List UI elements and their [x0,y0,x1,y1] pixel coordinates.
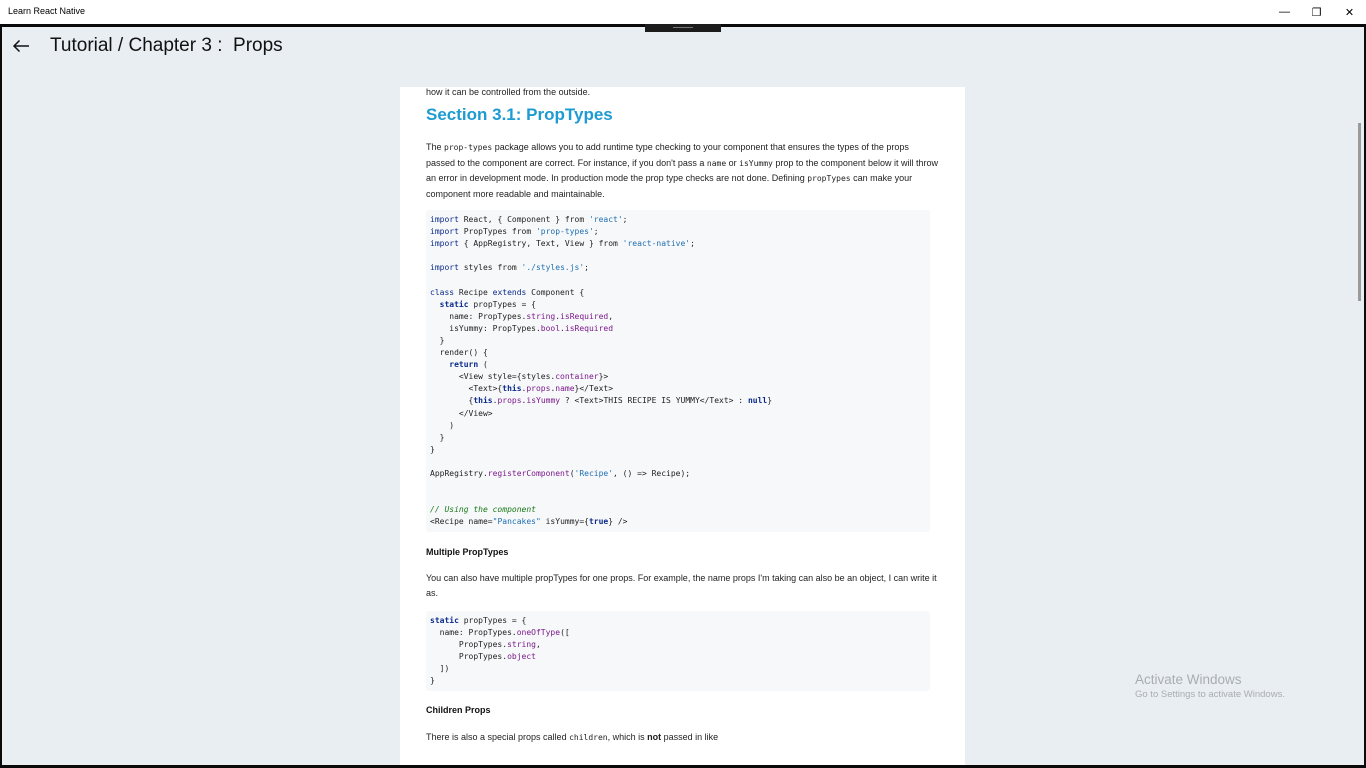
page-title: Tutorial / Chapter 3 : Props [50,35,283,56]
inline-code: children [569,733,608,742]
inline-code: name [706,158,727,168]
content-page: how it can be controlled from the outsid… [400,87,965,765]
code-block: import React, { Component } from 'react'… [426,210,930,532]
inline-code: isYummy [739,158,773,168]
app-area: Tutorial / Chapter 3 : Props how it can … [2,27,1364,765]
paragraph: The prop-types package allows you to add… [426,142,938,199]
inline-code: prop-types [444,143,493,152]
window-title: Learn React Native [8,6,86,16]
minimize-button[interactable]: — [1268,0,1301,24]
arrow-left-icon [12,39,29,53]
app-header: Tutorial / Chapter 3 : Props [2,27,1364,65]
inline-code: propTypes [807,174,851,183]
paragraph: You can also have multiple propTypes for… [426,573,937,598]
activation-watermark: Activate Windows Go to Settings to activ… [1135,672,1285,700]
subheading: Multiple PropTypes [426,547,509,557]
watermark-subtitle: Go to Settings to activate Windows. [1135,689,1285,700]
minimize-icon: — [1279,6,1290,18]
paragraph: There is also a special props called chi… [426,732,719,742]
subheading: Children Props [426,705,491,715]
close-icon: ✕ [1344,6,1355,19]
drag-handle[interactable] [645,24,721,32]
close-button[interactable]: ✕ [1333,0,1366,24]
maximize-button[interactable]: ❐ [1300,0,1333,24]
restore-icon: ❐ [1311,6,1322,19]
intro-text: how it can be controlled from the outsid… [426,87,591,97]
back-button[interactable] [10,35,32,57]
title-bar: Learn React Native — ❐ ✕ [0,0,1366,24]
watermark-title: Activate Windows [1135,672,1242,687]
vertical-scrollbar[interactable] [1358,123,1361,301]
section-title: Section 3.1: PropTypes [426,105,613,124]
code-block: static propTypes = { name: PropTypes.one… [426,611,930,691]
